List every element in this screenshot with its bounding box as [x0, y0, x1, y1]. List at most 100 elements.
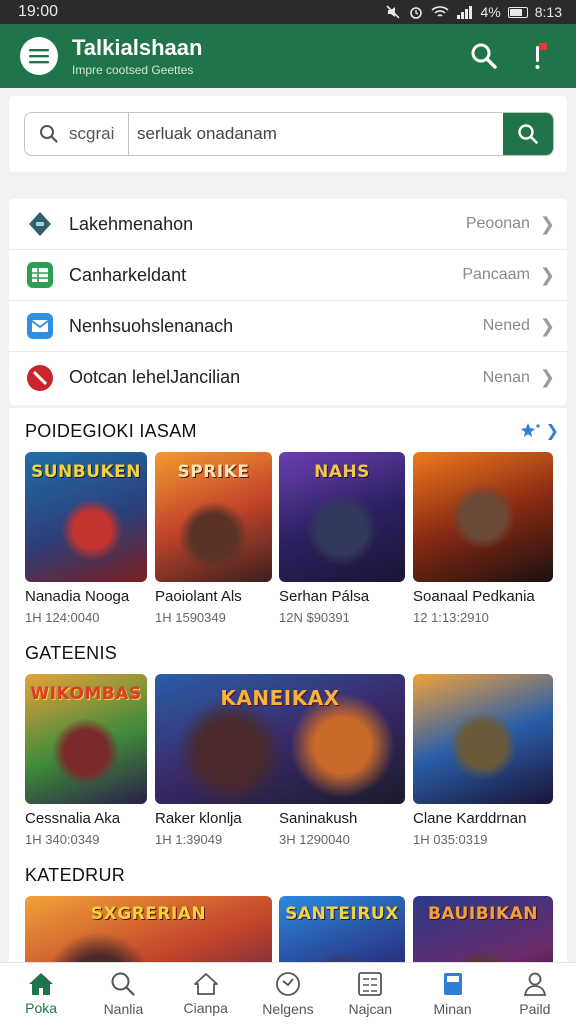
game-art-title: KANEIKAX: [220, 686, 340, 710]
chevron-right-icon: ❯: [539, 367, 555, 387]
search-scope-label: scgrai: [69, 124, 115, 143]
game-card[interactable]: [413, 452, 553, 582]
game-meta: 1H 340:0349: [25, 832, 100, 847]
nav-item-profile[interactable]: Paild: [494, 963, 576, 1024]
game-card[interactable]: WIKOMBAS: [25, 674, 147, 804]
nav-item-home[interactable]: Poka: [0, 963, 82, 1024]
game-art-title: SANTEIRUX: [285, 904, 399, 924]
profile-icon: [523, 972, 546, 996]
battery-icon: [507, 6, 528, 18]
section-title: POIDEGIOKI IASAM: [25, 420, 197, 441]
game-meta: 1H 035:0319: [413, 832, 488, 847]
game-art-title: NAHS: [314, 462, 370, 482]
game-name: Serhan Pálsa: [279, 588, 370, 605]
notification-button[interactable]: [518, 36, 558, 76]
search-icon: [471, 43, 497, 69]
nav-item-recent[interactable]: Nelgens: [247, 963, 329, 1024]
list-item-value: Nenan: [482, 368, 530, 386]
list-item-label: Nenhsuohslenanach: [69, 315, 234, 336]
mail-icon: [25, 311, 55, 341]
clock-icon: [276, 971, 300, 996]
search-input[interactable]: [129, 113, 503, 155]
section-title: GATEENIS: [25, 642, 118, 663]
chevron-right-icon: ❯: [545, 423, 559, 440]
house-outline-icon: [193, 972, 218, 995]
search-scope-selector[interactable]: scgrai: [25, 113, 129, 155]
mute-icon: [385, 5, 400, 19]
search-button[interactable]: [464, 36, 504, 76]
menu-button[interactable]: [20, 37, 58, 75]
app-title-block: Talkialshaan Impre cootsed Geettes: [72, 34, 450, 77]
game-name: Raker klonlja: [155, 810, 242, 827]
list-item[interactable]: Nenhsuohslenanach Nened ❯: [9, 301, 567, 352]
game-card[interactable]: SANTEIRUX: [279, 896, 405, 962]
nav-label: Najcan: [348, 1000, 393, 1017]
nav-item-store[interactable]: Cianpa: [165, 963, 247, 1024]
home-icon: [29, 972, 54, 995]
list-item-label: Lakehmenahon: [69, 213, 194, 234]
game-meta: 1H 1:39049: [155, 832, 223, 847]
game-card[interactable]: [413, 674, 553, 804]
search-icon: [111, 972, 136, 996]
chevron-right-icon: ❯: [539, 315, 555, 336]
game-card[interactable]: SUNBUKEN: [25, 452, 147, 582]
nav-item-documents[interactable]: Minan: [411, 963, 493, 1024]
list-item-label: Canharkeldant: [69, 264, 187, 285]
section-games: GATEENIS WIKOMBAS KANEIKAX Cessnalia Aka…: [9, 636, 567, 850]
game-name: Clane Karddrnan: [413, 810, 527, 827]
nav-item-search[interactable]: Nanlia: [82, 963, 164, 1024]
list-item[interactable]: Canharkeldant Pancaam ❯: [9, 250, 567, 301]
app-title: Talkialshaan: [72, 34, 203, 60]
game-art-title: SXGRERIAN: [90, 904, 207, 924]
game-card[interactable]: SPRIKE: [155, 452, 272, 582]
tag-icon: [25, 209, 55, 239]
notification-icon: [535, 43, 547, 69]
game-card[interactable]: SXGRERIAN: [25, 896, 272, 962]
nav-label: Minan: [433, 1000, 472, 1017]
nav-label: Nanlia: [103, 1000, 144, 1017]
game-meta: 12N $90391: [279, 610, 350, 625]
chevron-right-icon: ❯: [539, 213, 555, 234]
list-item[interactable]: Lakehmenahon Peoonan ❯: [9, 199, 567, 250]
nav-item-library[interactable]: Najcan: [329, 963, 411, 1024]
bottom-navigation: Poka Nanlia Cianpa Nelgens Najcan Minan …: [0, 962, 576, 1024]
app-subtitle: Impre cootsed Geettes: [72, 62, 194, 77]
status-bar: 19:00 4% 8:13: [0, 0, 576, 24]
list-item[interactable]: Ootcan lehelJancilian Nenan ❯: [9, 352, 567, 403]
search-submit-button[interactable]: [503, 113, 553, 155]
game-card[interactable]: KANEIKAX: [155, 674, 405, 804]
game-meta: 1H 1590349: [155, 610, 226, 625]
search-icon: [518, 124, 538, 144]
section-categories: KATEDRUR SXGRERIAN SANTEIRUX BAUIBIKAN: [9, 858, 567, 962]
wifi-icon: [430, 6, 449, 17]
sparkle-icon: [520, 423, 540, 437]
grid-icon: [358, 971, 383, 996]
search-card: scgrai: [9, 96, 567, 172]
slash-icon: [25, 363, 55, 393]
section-featured: POIDEGIOKI IASAM ❯ SUNBUKEN SPRIKE NAHS: [9, 414, 567, 628]
game-name: Nanadia Nooga: [25, 588, 130, 605]
game-meta: 12 1:13:2910: [413, 610, 489, 625]
nav-label: Nelgens: [262, 1000, 314, 1017]
nav-label: Cianpa: [183, 999, 228, 1016]
game-meta: 3H 1290040: [279, 832, 350, 847]
list-item-value: Nened: [482, 317, 530, 334]
game-art-title: BAUIBIKAN: [427, 904, 539, 924]
game-art-title: WIKOMBAS: [30, 684, 142, 704]
game-card[interactable]: BAUIBIKAN: [413, 896, 553, 962]
search-bar: scgrai: [24, 112, 554, 156]
nav-label: Paild: [519, 1000, 551, 1017]
nav-label: Poka: [25, 999, 58, 1016]
search-scope-icon: [40, 125, 58, 143]
section-more-button[interactable]: ❯: [520, 421, 559, 441]
game-sections: POIDEGIOKI IASAM ❯ SUNBUKEN SPRIKE NAHS: [9, 408, 567, 962]
signal-icon: [456, 6, 472, 19]
game-art-title: SPRIKE: [177, 462, 250, 482]
game-name: Paoiolant Als: [155, 588, 242, 605]
status-icons: 4% 8:13: [385, 4, 562, 20]
game-name: Cessnalia Aka: [25, 810, 121, 827]
game-card[interactable]: NAHS: [279, 452, 405, 582]
list-item-value: Peoonan: [465, 215, 530, 232]
game-meta: 1H 124:0040: [25, 610, 100, 625]
game-art-title: SUNBUKEN: [30, 462, 142, 482]
